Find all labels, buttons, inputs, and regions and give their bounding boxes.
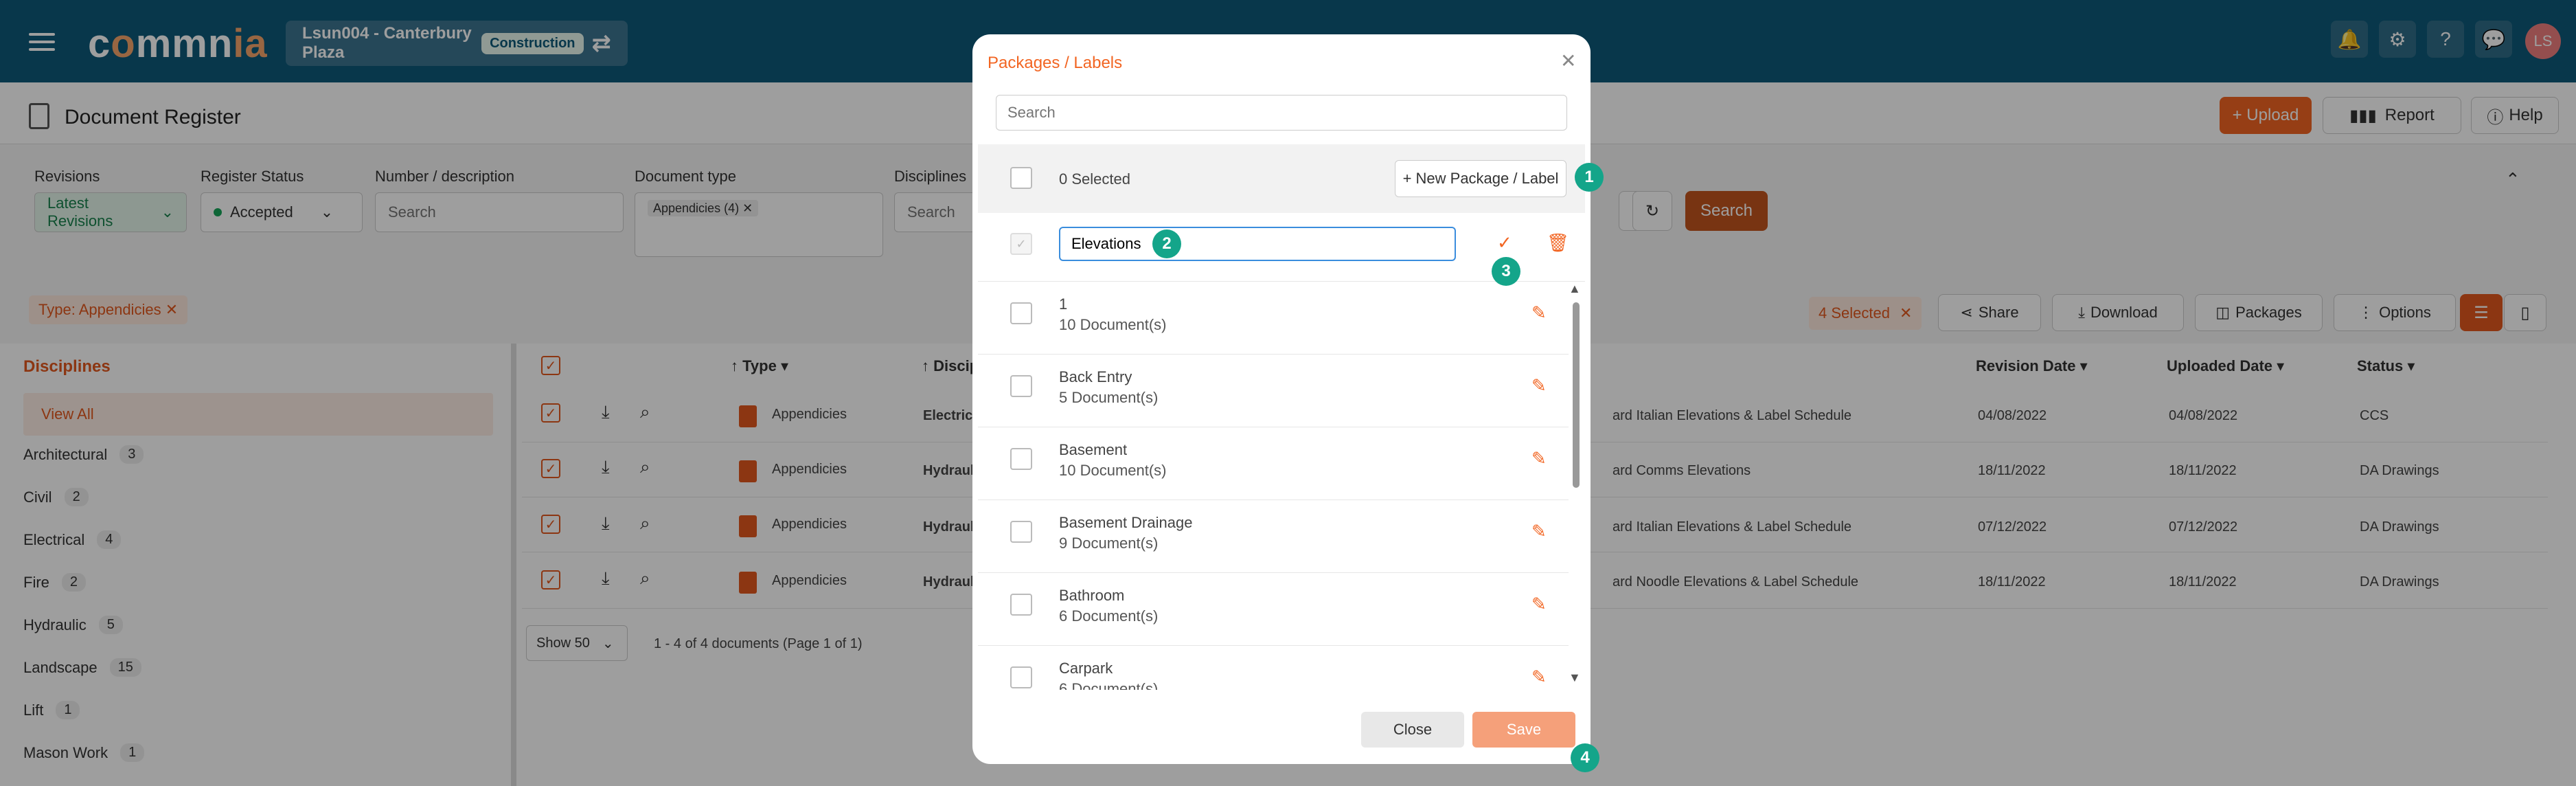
list-item[interactable]: Carpark 6 Document(s) ✎ [978, 646, 1569, 690]
pencil-icon[interactable]: ✎ [1531, 448, 1547, 469]
pencil-icon[interactable]: ✎ [1531, 375, 1547, 396]
package-name-input[interactable] [1059, 227, 1456, 261]
item-name: 1 [1059, 295, 1068, 313]
item-count: 10 Document(s) [1059, 462, 1167, 479]
close-button[interactable]: Close [1361, 712, 1464, 748]
item-name: Carpark [1059, 660, 1113, 677]
step-marker-2: 2 [1152, 229, 1181, 258]
modal-search-input[interactable] [996, 95, 1567, 131]
new-package-button[interactable]: + New Package / Label [1395, 160, 1566, 197]
pencil-icon[interactable]: ✎ [1531, 666, 1547, 688]
item-checkbox[interactable] [1010, 666, 1032, 688]
modal-scrollbar[interactable] [1573, 302, 1580, 488]
item-name: Basement [1059, 441, 1128, 458]
scroll-down-icon[interactable]: ▼ [1569, 671, 1581, 685]
item-checkbox[interactable] [1010, 375, 1032, 397]
item-name: Bathroom [1059, 587, 1125, 604]
scroll-up-icon[interactable]: ▲ [1569, 282, 1581, 296]
step-marker-3: 3 [1492, 257, 1520, 286]
disabled-checkbox: ✓ [1010, 233, 1032, 255]
pencil-icon[interactable]: ✎ [1531, 302, 1547, 324]
item-count: 9 Document(s) [1059, 535, 1159, 552]
select-all-checkbox[interactable] [1010, 167, 1032, 189]
trash-icon[interactable]: 🗑 [1547, 232, 1569, 254]
item-count: 10 Document(s) [1059, 316, 1167, 333]
pencil-icon[interactable]: ✎ [1531, 521, 1547, 542]
item-name: Basement Drainage [1059, 514, 1193, 531]
step-marker-1: 1 [1575, 163, 1604, 192]
confirm-check-icon[interactable]: ✓ [1497, 232, 1512, 254]
item-checkbox[interactable] [1010, 302, 1032, 324]
item-count: 6 Document(s) [1059, 607, 1159, 625]
close-icon[interactable]: ✕ [1560, 49, 1576, 72]
save-button[interactable]: Save [1472, 712, 1575, 748]
modal-selected-count: 0 Selected [1059, 170, 1130, 188]
item-name: Back Entry [1059, 368, 1132, 385]
item-checkbox[interactable] [1010, 521, 1032, 543]
step-marker-4: 4 [1571, 743, 1599, 772]
pencil-icon[interactable]: ✎ [1531, 594, 1547, 615]
item-checkbox[interactable] [1010, 448, 1032, 470]
item-checkbox[interactable] [1010, 594, 1032, 616]
modal-title: Packages / Labels [988, 54, 1123, 72]
item-count: 5 Document(s) [1059, 389, 1159, 406]
item-count: 6 Document(s) [1059, 680, 1159, 690]
